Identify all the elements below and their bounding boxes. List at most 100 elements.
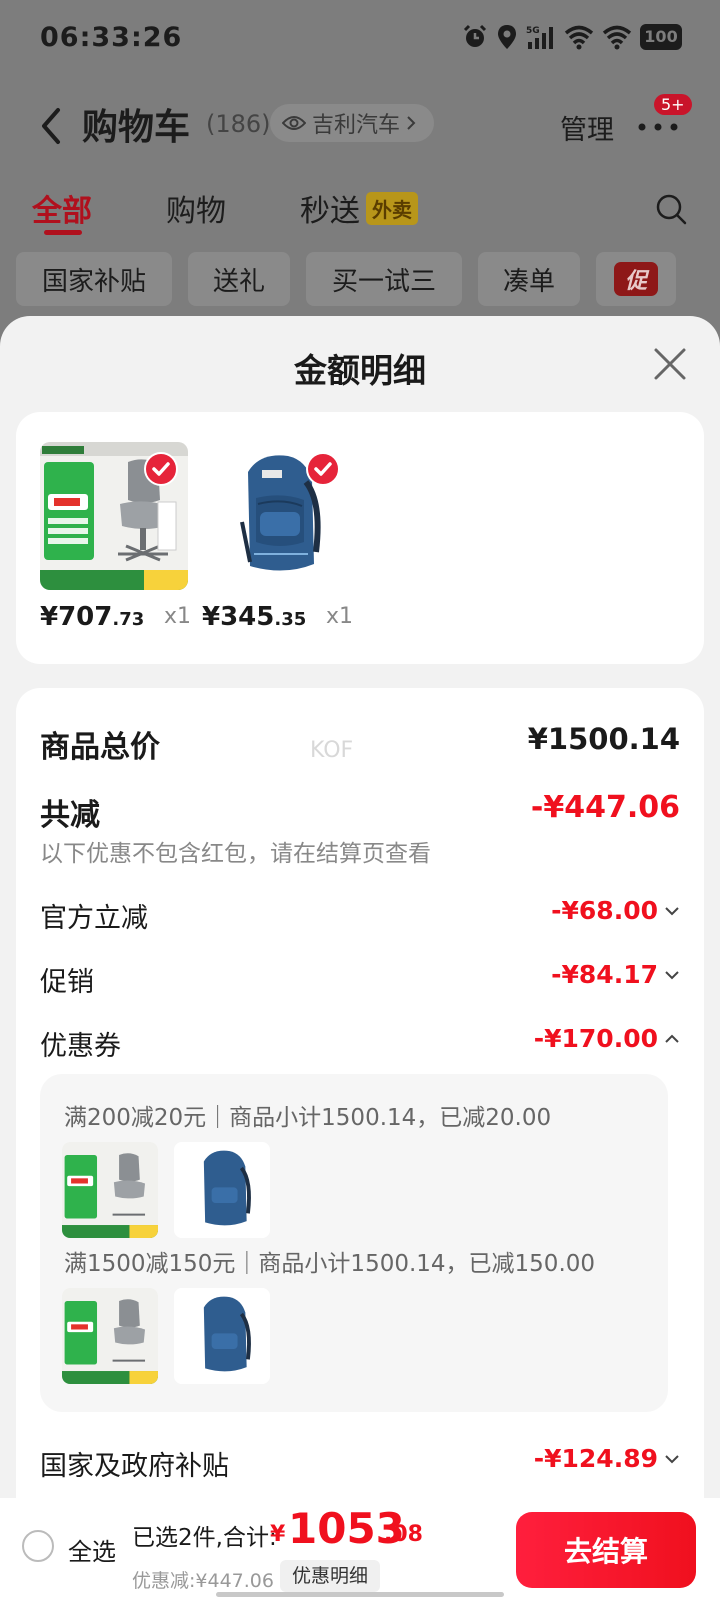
chevron-down-icon xyxy=(665,1455,679,1464)
coupon-row[interactable]: 优惠券 -¥170.00 xyxy=(40,1024,680,1062)
chevron-down-icon xyxy=(665,907,679,916)
search-icon[interactable] xyxy=(654,192,688,226)
official-discount-row[interactable]: 官方立减 -¥68.00 xyxy=(40,896,680,934)
tab-instant-delivery-label: 秒送 xyxy=(300,194,360,229)
select-all-label[interactable]: 全选 xyxy=(68,1532,116,1567)
tab-instant-delivery[interactable]: 秒送 外卖 xyxy=(300,186,418,230)
coupon-amount: -¥170.00 xyxy=(534,1024,680,1053)
backpack-thumb xyxy=(174,1142,270,1238)
chip-gift[interactable]: 送礼 xyxy=(188,252,290,306)
page-title: 购物车 xyxy=(82,107,191,148)
price-detail-card: KOF 商品总价 ¥1500.14 共减 -¥447.06 以下优惠不包含红包，… xyxy=(16,688,704,1600)
item-quantity: x1 xyxy=(164,604,192,629)
item-price-int: ¥707 xyxy=(40,602,113,632)
select-all-radio[interactable] xyxy=(22,1530,54,1562)
selected-item-backpack[interactable]: ¥345.35 x1 xyxy=(202,442,362,632)
location-icon xyxy=(498,25,516,49)
item-price: ¥707.73 xyxy=(40,602,144,632)
promotion-label: 促销 xyxy=(40,967,94,998)
item-quantity: x1 xyxy=(326,604,354,629)
total-currency: ¥ xyxy=(270,1522,286,1547)
coupon-label: 优惠券 xyxy=(40,1031,121,1062)
backpack-product-image xyxy=(202,442,350,590)
discount-summary: 优惠减:¥447.06 xyxy=(132,1570,274,1592)
subsidy-amount: -¥124.89 xyxy=(534,1444,680,1473)
coupon-1-thumbs xyxy=(62,1142,270,1238)
goods-total-row: 商品总价 ¥1500.14 xyxy=(40,722,680,765)
discount-note: 以下优惠不包含红包，请在结算页查看 xyxy=(40,841,431,867)
official-discount-value: -¥68.00 xyxy=(551,896,658,925)
item-price-dec: .35 xyxy=(274,609,307,630)
back-arrow-icon[interactable] xyxy=(36,106,66,146)
chip-add-on[interactable]: 凑单 xyxy=(478,252,580,306)
cart-count: (186) xyxy=(206,110,271,138)
backpack-thumb xyxy=(174,1288,270,1384)
nav-bar: 购物车 (186) 吉利汽车 管理 xyxy=(0,92,720,156)
coupon-2-thumbs xyxy=(62,1288,270,1384)
subsidy-label: 国家及政府补贴 xyxy=(40,1451,229,1482)
more-icon[interactable] xyxy=(636,112,680,142)
total-discount-row: 共减 -¥447.06 xyxy=(40,790,680,833)
selection-summary: 已选2件,合计: xyxy=(132,1525,277,1551)
close-icon[interactable] xyxy=(652,346,688,382)
amount-detail-sheet: 金额明细 ¥707.73 x1 ¥345.35 x1 KOF 商品总价 ¥150… xyxy=(0,316,720,1600)
tab-all[interactable]: 全部 xyxy=(32,186,92,230)
checked-icon xyxy=(144,452,178,486)
official-discount-label: 官方立减 xyxy=(40,903,148,934)
wifi-icon xyxy=(564,25,594,50)
coupon-line-1: 满200减20元｜商品小计1500.14，已减20.00 xyxy=(64,1105,552,1131)
alarm-icon xyxy=(463,24,487,47)
goods-total-label: 商品总价 xyxy=(40,730,160,765)
wifi-icon-2 xyxy=(602,25,632,50)
item-price: ¥345.35 xyxy=(202,602,306,632)
notification-badge: 5+ xyxy=(654,94,692,115)
promotion-icon: 促 xyxy=(614,262,658,296)
total-discount-label: 共减 xyxy=(40,798,100,833)
total-amount-decimal: .08 xyxy=(384,1522,423,1547)
checked-icon xyxy=(306,452,340,486)
subsidy-row[interactable]: 国家及政府补贴 -¥124.89 xyxy=(40,1444,680,1482)
eye-icon xyxy=(282,116,306,130)
home-indicator xyxy=(216,1592,504,1597)
chevron-up-icon xyxy=(665,1034,679,1043)
active-tab-underline xyxy=(44,230,82,235)
store-chip-label: 吉利汽车 xyxy=(312,113,401,138)
coupon-value: -¥170.00 xyxy=(533,1024,658,1053)
official-discount-amount: -¥68.00 xyxy=(551,896,680,925)
promotion-value: -¥84.17 xyxy=(551,960,658,989)
coupon-detail-box: 满200减20元｜商品小计1500.14，已减20.00 满1500减150元｜… xyxy=(40,1074,668,1412)
sheet-title: 金额明细 xyxy=(294,351,426,390)
takeout-badge: 外卖 xyxy=(366,192,418,225)
svg-text:5G: 5G xyxy=(526,26,540,36)
store-filter-chip[interactable]: 吉利汽车 xyxy=(270,104,435,142)
tabs-row: 全部 购物 秒送 外卖 xyxy=(0,186,720,236)
promotion-amount: -¥84.17 xyxy=(551,960,680,989)
chip-try-three[interactable]: 买一试三 xyxy=(306,252,462,306)
status-time: 06:33:26 xyxy=(40,22,183,53)
chevron-down-icon xyxy=(665,971,679,980)
item-price-int: ¥345 xyxy=(202,602,275,632)
tab-shopping[interactable]: 购物 xyxy=(166,186,226,230)
promotion-row[interactable]: 促销 -¥84.17 xyxy=(40,960,680,998)
coupon-line-2: 满1500减150元｜商品小计1500.14，已减150.00 xyxy=(64,1251,596,1277)
chair-thumb xyxy=(62,1142,158,1238)
subsidy-value: -¥124.89 xyxy=(533,1444,658,1473)
goods-total-value: ¥1500.14 xyxy=(527,722,680,756)
checkout-bar: 全选 已选2件,合计: ¥ 1053 .08 优惠减:¥447.06 优惠明细 … xyxy=(0,1498,720,1600)
discount-detail-button[interactable]: 优惠明细 xyxy=(280,1560,381,1592)
manage-button[interactable]: 管理 xyxy=(560,108,614,147)
chip-national-subsidy[interactable]: 国家补贴 xyxy=(16,252,172,306)
checkout-button[interactable]: 去结算 xyxy=(516,1512,696,1588)
signal-icon: 5G xyxy=(526,26,553,49)
status-bar: 06:33:26 5G 100 xyxy=(0,0,720,80)
cart-page-background: 06:33:26 5G 100 购物车 (186) 吉利汽车 管理 5+ 全部 … xyxy=(0,0,720,330)
selected-item-chair[interactable]: ¥707.73 x1 xyxy=(40,442,200,632)
battery-icon: 100 xyxy=(640,24,682,50)
chevron-right-icon xyxy=(407,116,416,130)
chair-thumb xyxy=(62,1288,158,1384)
total-discount-value: -¥447.06 xyxy=(530,790,680,825)
chair-product-image xyxy=(40,442,188,590)
selected-items-card: ¥707.73 x1 ¥345.35 x1 xyxy=(16,412,704,664)
item-price-dec: .73 xyxy=(112,609,145,630)
chip-promotion[interactable]: 促 xyxy=(596,252,676,306)
